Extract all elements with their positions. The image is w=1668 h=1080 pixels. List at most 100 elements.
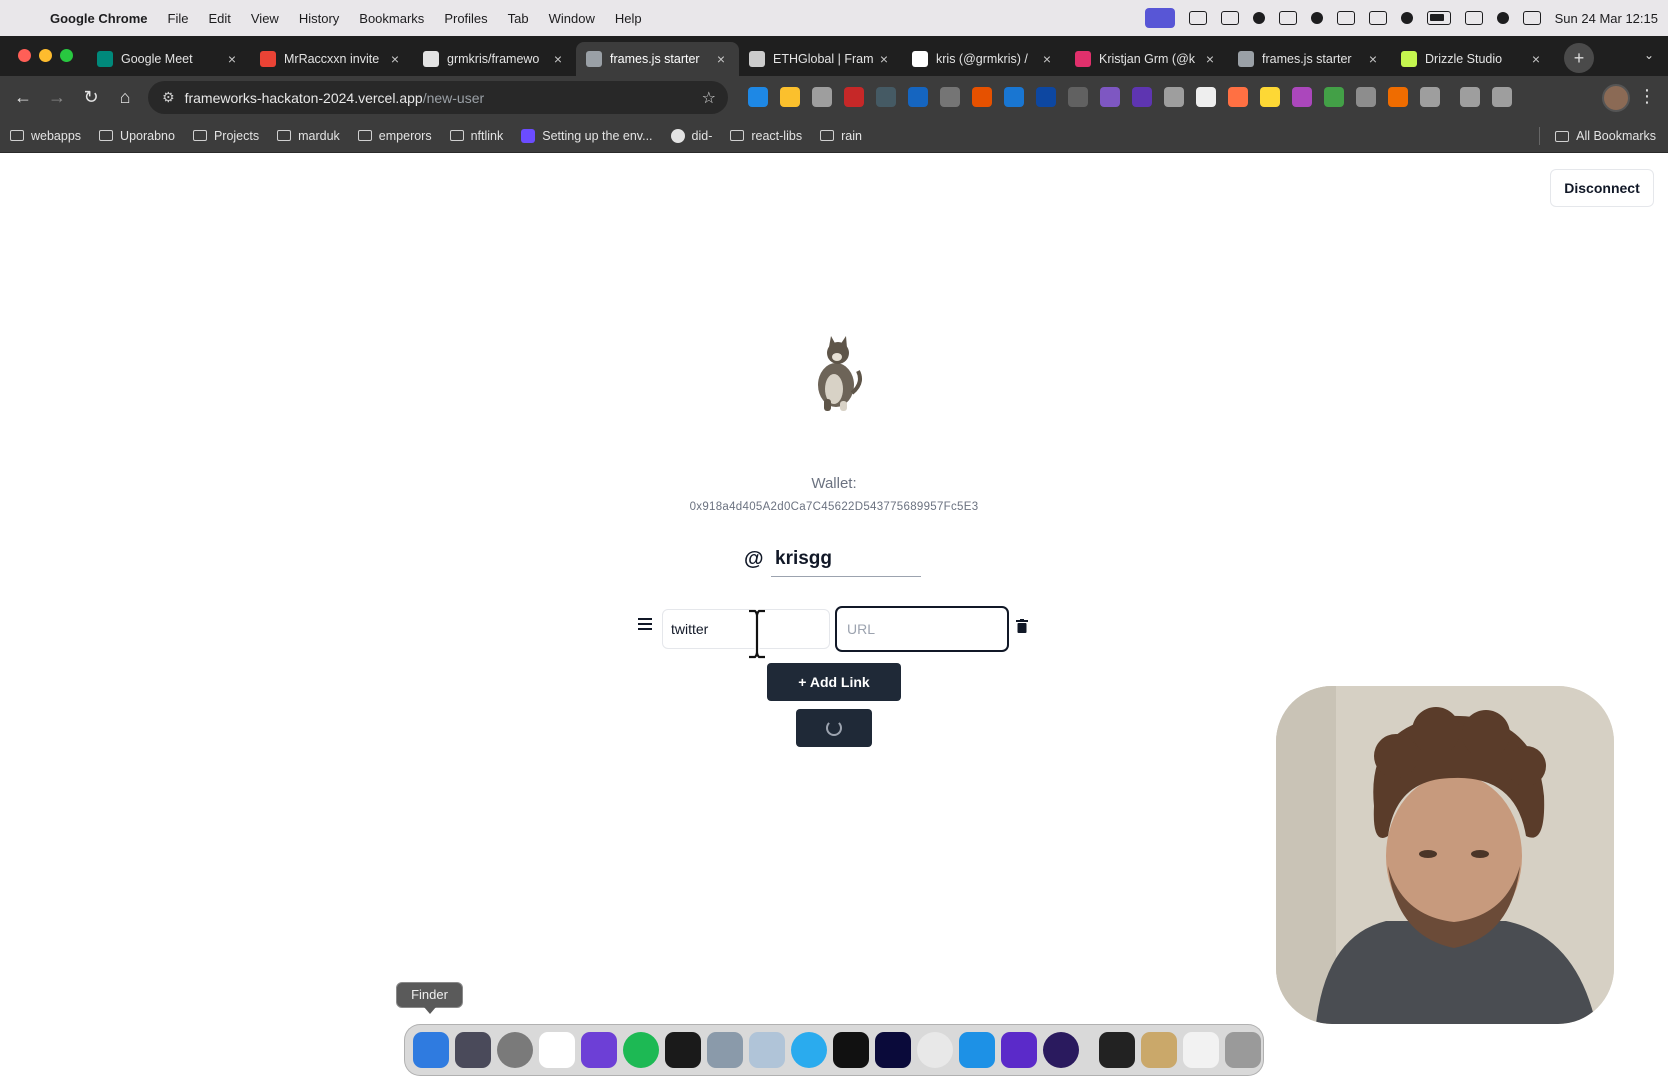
browser-tab[interactable]: Drizzle Studio ×	[1391, 42, 1554, 76]
eyedropper-icon[interactable]	[812, 87, 832, 107]
extension-icon[interactable]	[748, 87, 768, 107]
play-icon[interactable]	[1400, 12, 1413, 24]
chrome-icon[interactable]	[917, 1032, 953, 1068]
add-link-button[interactable]: + Add Link	[767, 663, 901, 701]
menubar-clock[interactable]: Sun 24 Mar 12:15	[1555, 11, 1658, 26]
menu-history[interactable]: History	[289, 11, 349, 26]
freeform-icon[interactable]	[749, 1032, 785, 1068]
extension-icon[interactable]	[780, 87, 800, 107]
ublock-icon[interactable]	[844, 87, 864, 107]
close-tab-icon[interactable]: ×	[876, 51, 892, 67]
screen-share-icon[interactable]	[1144, 8, 1175, 28]
browser-tab[interactable]: kris (@grmkris) / ×	[902, 42, 1065, 76]
volume-icon[interactable]	[1368, 11, 1387, 25]
launchpad-icon[interactable]	[455, 1032, 491, 1068]
close-tab-icon[interactable]: ×	[1365, 51, 1381, 67]
preview-icon[interactable]	[707, 1032, 743, 1068]
side-panel-icon[interactable]	[1492, 87, 1512, 107]
bookmark-item[interactable]: emperors	[357, 129, 432, 143]
triangle-app-icon[interactable]	[1252, 12, 1265, 24]
trash-bin-icon[interactable]	[1225, 1032, 1261, 1068]
bookmark-item[interactable]: marduk	[277, 129, 340, 143]
menu-profiles[interactable]: Profiles	[434, 11, 497, 26]
obsidian-icon[interactable]	[581, 1032, 617, 1068]
control-center-icon[interactable]	[1522, 11, 1541, 25]
media-icon[interactable]	[1460, 87, 1480, 107]
link-url-input[interactable]	[835, 606, 1009, 652]
activity-monitor-icon[interactable]	[833, 1032, 869, 1068]
menu-file[interactable]: File	[158, 11, 199, 26]
bookmark-item[interactable]: did-	[670, 128, 712, 143]
browser-tab[interactable]: ETHGlobal | Fram ×	[739, 42, 902, 76]
tab-search-chevron-icon[interactable]: ⌄	[1644, 48, 1654, 62]
puzzle-icon[interactable]	[1420, 87, 1440, 107]
profile-avatar[interactable]	[1602, 84, 1630, 112]
bookmark-item[interactable]: webapps	[10, 129, 81, 143]
bookmark-item[interactable]: nftlink	[449, 129, 503, 143]
home-button[interactable]: ⌂	[108, 87, 142, 108]
docker-icon[interactable]	[959, 1032, 995, 1068]
bookmark-star-icon[interactable]: ☆	[702, 88, 716, 108]
browser-tab[interactable]: frames.js starter ×	[1228, 42, 1391, 76]
moon-icon[interactable]	[1310, 12, 1323, 24]
zoom-window-button[interactable]	[60, 49, 73, 62]
bookmark-item[interactable]: Setting up the env...	[521, 128, 653, 143]
extension-icon[interactable]	[1132, 87, 1152, 107]
menu-app-name[interactable]: Google Chrome	[48, 11, 158, 26]
slack-icon[interactable]	[539, 1032, 575, 1068]
system-settings-icon[interactable]	[497, 1032, 533, 1068]
menu-edit[interactable]: Edit	[198, 11, 240, 26]
finder-icon[interactable]	[413, 1032, 449, 1068]
menu-tab[interactable]: Tab	[498, 11, 539, 26]
back-button[interactable]: ←	[6, 87, 40, 108]
close-tab-icon[interactable]: ×	[224, 51, 240, 67]
close-tab-icon[interactable]: ×	[550, 51, 566, 67]
extension-icon[interactable]	[1292, 87, 1312, 107]
close-tab-icon[interactable]: ×	[1202, 51, 1218, 67]
document-icon[interactable]	[1183, 1032, 1219, 1068]
extension-icon[interactable]	[1356, 87, 1376, 107]
close-tab-icon[interactable]: ×	[713, 51, 729, 67]
extension-icon[interactable]	[1164, 87, 1184, 107]
browser-tab[interactable]: Google Meet ×	[87, 42, 250, 76]
docker-icon[interactable]	[1188, 11, 1207, 25]
close-tab-icon[interactable]: ×	[387, 51, 403, 67]
extension-icon[interactable]	[1100, 87, 1120, 107]
trash-icon[interactable]	[1016, 619, 1028, 633]
metamask-icon[interactable]	[972, 87, 992, 107]
browser-tab[interactable]: MrRaccxxn invite ×	[250, 42, 413, 76]
warp-icon[interactable]	[1001, 1032, 1037, 1068]
disconnect-button[interactable]: Disconnect	[1550, 169, 1654, 207]
extension-icon[interactable]	[940, 87, 960, 107]
extension-icon[interactable]	[1036, 87, 1056, 107]
terminal-icon[interactable]	[665, 1032, 701, 1068]
extension-icon[interactable]	[1260, 87, 1280, 107]
bookmark-item[interactable]: react-libs	[730, 129, 802, 143]
menu-view[interactable]: View	[241, 11, 289, 26]
reload-button[interactable]: ↻	[74, 87, 108, 108]
bookmark-item[interactable]: Uporabno	[99, 129, 175, 143]
all-bookmarks-button[interactable]: All Bookmarks	[1555, 119, 1656, 153]
terminal-window-thumbnail-icon[interactable]	[1099, 1032, 1135, 1068]
extension-icon[interactable]	[1228, 87, 1248, 107]
browser-tab[interactable]: frames.js starter ×	[576, 42, 739, 76]
browser-tab[interactable]: Kristjan Grm (@k ×	[1065, 42, 1228, 76]
search-icon[interactable]	[1496, 12, 1509, 24]
address-bar[interactable]: ⚙ frameworks-hackaton-2024.vercel.app/ne…	[148, 81, 728, 114]
extension-icon[interactable]	[1068, 87, 1088, 107]
bookmark-item[interactable]: Projects	[192, 129, 259, 143]
spotify-icon[interactable]	[623, 1032, 659, 1068]
new-tab-button[interactable]: +	[1564, 43, 1594, 73]
downloads-stack-icon[interactable]	[1141, 1032, 1177, 1068]
site-info-icon[interactable]: ⚙	[162, 89, 175, 106]
menu-help[interactable]: Help	[605, 11, 652, 26]
display-icon[interactable]	[1336, 11, 1355, 25]
menu-window[interactable]: Window	[539, 11, 605, 26]
bookmark-item[interactable]: rain	[820, 129, 862, 143]
browser-tab[interactable]: grmkris/framewo ×	[413, 42, 576, 76]
menu-bookmarks[interactable]: Bookmarks	[349, 11, 434, 26]
arc-icon[interactable]	[1043, 1032, 1079, 1068]
sidebar-icon[interactable]	[1278, 11, 1297, 25]
extension-icon[interactable]	[876, 87, 896, 107]
username-input[interactable]	[771, 541, 921, 577]
